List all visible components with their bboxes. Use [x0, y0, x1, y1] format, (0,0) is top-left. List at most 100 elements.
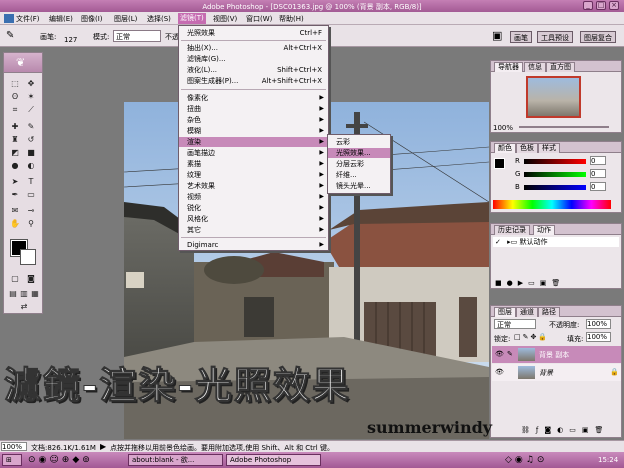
- tab-channels[interactable]: 通道: [516, 307, 538, 317]
- eyedropper-icon[interactable]: ⊸: [25, 205, 37, 216]
- menu-item-stylize[interactable]: 风格化 ▶: [179, 214, 328, 224]
- submenu-difference-clouds[interactable]: 分层云彩: [328, 159, 390, 169]
- g-value[interactable]: 0: [590, 169, 606, 178]
- layer-name[interactable]: 背景 副本: [539, 350, 569, 360]
- palette-well-icon[interactable]: ▣: [492, 29, 502, 42]
- brush-size[interactable]: 127: [64, 36, 77, 44]
- close-button[interactable]: ×: [609, 1, 619, 10]
- menu-image[interactable]: 图像(I): [81, 14, 103, 24]
- tray-icons[interactable]: ◇◉♫⊙: [505, 455, 547, 465]
- tab-layers[interactable]: 图层: [494, 307, 516, 317]
- healing-brush-icon[interactable]: ✚: [9, 121, 21, 132]
- color-ramp[interactable]: [493, 200, 611, 209]
- menu-layer[interactable]: 图层(L): [114, 14, 137, 24]
- menu-item-filter-gallery[interactable]: 滤镜库(G)...: [179, 54, 328, 64]
- eye-icon[interactable]: 👁: [495, 368, 504, 376]
- g-slider[interactable]: [524, 172, 586, 177]
- menu-item-sketch[interactable]: 素描 ▶: [179, 159, 328, 169]
- tab-layer-comps[interactable]: 图层复合: [580, 31, 616, 43]
- history-brush-icon[interactable]: ↺: [25, 134, 37, 145]
- menu-item-liquify[interactable]: 液化(L)... Shift+Ctrl+X: [179, 65, 328, 75]
- maximize-button[interactable]: □: [596, 1, 606, 10]
- jump-to-imageready-icon[interactable]: ⇄: [18, 301, 30, 312]
- menu-item-brush-strokes[interactable]: 画笔描边 ▶: [179, 148, 328, 158]
- tab-actions[interactable]: 动作: [533, 225, 555, 235]
- tab-color[interactable]: 颜色: [494, 143, 516, 153]
- tab-styles[interactable]: 样式: [538, 143, 560, 153]
- quick-launch-icons[interactable]: ⊙◉☺⊕◆⊚: [28, 455, 93, 465]
- submenu-lighting-effects[interactable]: 光照效果...: [328, 148, 390, 158]
- lasso-tool-icon[interactable]: ʘ: [9, 91, 21, 102]
- brush-tool-icon[interactable]: ✎: [6, 30, 14, 41]
- submenu-clouds[interactable]: 云彩: [328, 137, 390, 147]
- navigator-zoom[interactable]: 100%: [493, 124, 513, 132]
- layer-controls[interactable]: ⛓ƒ◙◐▭▣🗑: [521, 426, 609, 434]
- menu-view[interactable]: 视图(V): [213, 14, 237, 24]
- fill-input[interactable]: 100%: [586, 332, 611, 342]
- layer-row-copy[interactable]: 👁 ✎ 背景 副本: [492, 346, 621, 363]
- menu-help[interactable]: 帮助(H): [279, 14, 304, 24]
- task-photoshop[interactable]: Adobe Photoshop: [226, 454, 321, 466]
- clone-stamp-icon[interactable]: ♜: [9, 134, 21, 145]
- status-arrow-icon[interactable]: ▶: [100, 442, 106, 451]
- action-row[interactable]: ✓ ▸▭ 默认动作: [493, 237, 619, 247]
- move-tool-icon[interactable]: ✥: [25, 78, 37, 89]
- crop-tool-icon[interactable]: ⌗: [9, 104, 21, 115]
- r-slider[interactable]: [524, 159, 586, 164]
- hand-tool-icon[interactable]: ✋: [9, 218, 21, 229]
- tab-brushes[interactable]: 画笔: [510, 31, 532, 43]
- shape-tool-icon[interactable]: ▭: [25, 189, 37, 200]
- submenu-lens-flare[interactable]: 镜头光晕...: [328, 181, 390, 191]
- tab-paths[interactable]: 路径: [538, 307, 560, 317]
- status-zoom[interactable]: 100%: [1, 442, 27, 451]
- notes-tool-icon[interactable]: ✉: [9, 205, 21, 216]
- task-browser[interactable]: about:blank - 欲...: [128, 454, 223, 466]
- navigator-thumbnail[interactable]: [526, 76, 581, 118]
- menu-item-extract[interactable]: 抽出(X)... Alt+Ctrl+X: [179, 43, 328, 53]
- lock-icons[interactable]: □✎✥🔒: [514, 333, 549, 341]
- zoom-tool-icon[interactable]: ⚲: [25, 218, 37, 229]
- background-color-swatch[interactable]: [20, 249, 36, 265]
- menu-edit[interactable]: 编辑(E): [49, 14, 73, 24]
- menu-item-blur[interactable]: 模糊 ▶: [179, 126, 328, 136]
- menu-item-render[interactable]: 渲染 ▶: [179, 137, 328, 147]
- type-tool-icon[interactable]: T: [25, 176, 37, 187]
- menu-window[interactable]: 窗口(W): [246, 14, 272, 24]
- tab-tool-presets[interactable]: 工具预设: [537, 31, 573, 43]
- layer-name[interactable]: 背景: [539, 368, 553, 378]
- check-icon[interactable]: ✓: [493, 238, 501, 246]
- brush-tool-icon[interactable]: ✎: [25, 121, 37, 132]
- tab-info[interactable]: 信息: [524, 62, 546, 72]
- fg-color-chip[interactable]: [494, 158, 505, 169]
- tab-swatches[interactable]: 色板: [516, 143, 538, 153]
- zoom-slider[interactable]: [519, 126, 609, 128]
- gradient-icon[interactable]: ■: [25, 147, 37, 158]
- submenu-fibers[interactable]: 纤维...: [328, 170, 390, 180]
- standard-mode-icon[interactable]: ▢: [9, 273, 21, 284]
- menu-item-pixelate[interactable]: 像素化 ▶: [179, 93, 328, 103]
- minimize-button[interactable]: _: [583, 1, 593, 10]
- pen-tool-icon[interactable]: ✒: [9, 189, 21, 200]
- start-button[interactable]: ⊞: [2, 454, 22, 466]
- layer-row-background[interactable]: 👁 背景 🔒: [492, 364, 621, 381]
- blend-mode-select[interactable]: 正常: [494, 319, 536, 329]
- menu-select[interactable]: 选择(S): [147, 14, 171, 24]
- menu-item-distort[interactable]: 扭曲 ▶: [179, 104, 328, 114]
- screen-mode-3-icon[interactable]: ▦: [29, 288, 41, 299]
- magic-wand-icon[interactable]: ✶: [25, 91, 37, 102]
- slice-tool-icon[interactable]: ⟋: [25, 104, 37, 115]
- b-slider[interactable]: [524, 185, 586, 190]
- menu-item-noise[interactable]: 杂色 ▶: [179, 115, 328, 125]
- menu-item-texture[interactable]: 纹理 ▶: [179, 170, 328, 180]
- dodge-tool-icon[interactable]: ◐: [25, 160, 37, 171]
- quickmask-mode-icon[interactable]: ◙: [25, 273, 37, 284]
- brush-link-icon[interactable]: ✎: [507, 350, 513, 358]
- eye-icon[interactable]: 👁: [495, 350, 504, 358]
- marquee-tool-icon[interactable]: ⬚: [9, 78, 21, 89]
- menu-item-sharpen[interactable]: 锐化 ▶: [179, 203, 328, 213]
- menu-filter[interactable]: 滤镜(T): [178, 13, 206, 24]
- opacity-input[interactable]: 100%: [586, 319, 611, 329]
- menu-item-pattern-maker[interactable]: 图案生成器(P)... Alt+Shift+Ctrl+X: [179, 76, 328, 86]
- menu-item-digimarc[interactable]: Digimarc ▶: [179, 240, 328, 250]
- menu-item-artistic[interactable]: 艺术效果 ▶: [179, 181, 328, 191]
